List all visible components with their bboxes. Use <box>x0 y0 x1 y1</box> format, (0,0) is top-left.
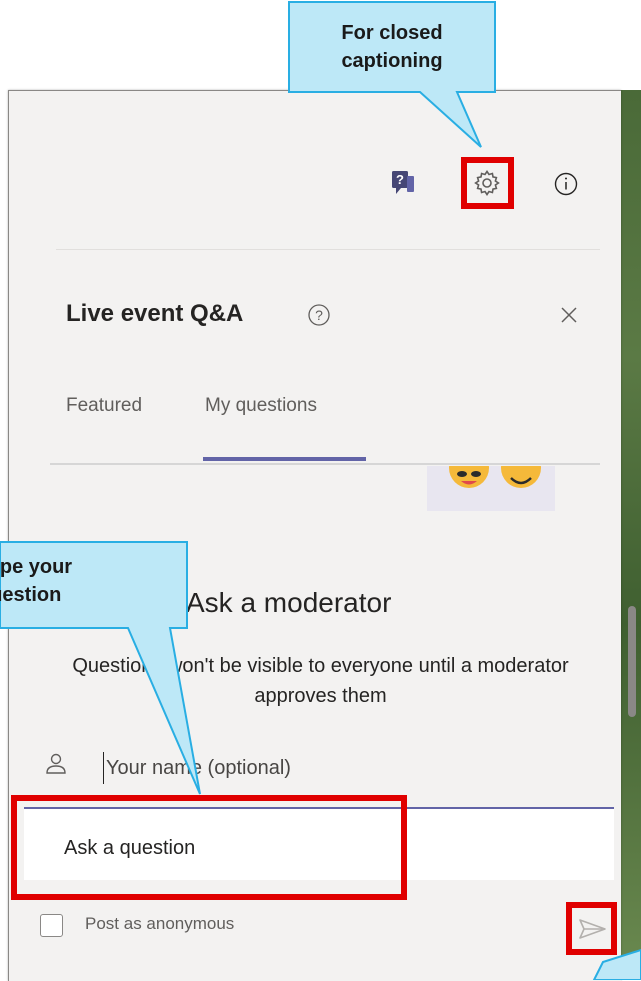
corner-callout-shape <box>592 948 641 980</box>
closed-caption-callout-text: For closed captioning <box>341 22 443 72</box>
callout-shapes <box>0 1 641 980</box>
type-question-callout-text: Type your question <box>0 556 73 606</box>
